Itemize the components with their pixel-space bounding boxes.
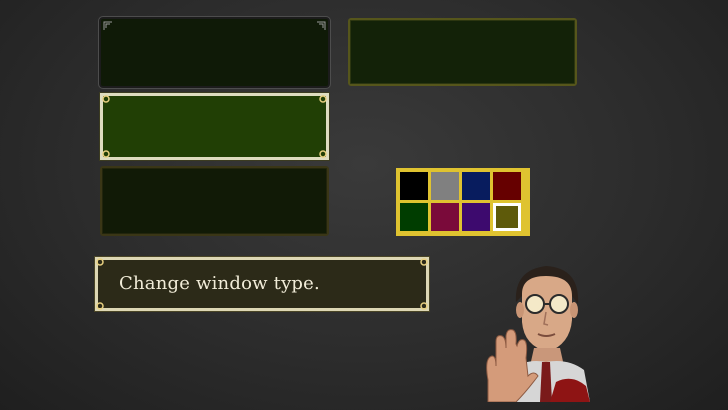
color-swatch-8[interactable] <box>493 203 521 231</box>
corner-ornament-icon <box>95 301 105 311</box>
corner-ornament-icon <box>316 21 326 31</box>
color-swatch-3[interactable] <box>462 172 490 200</box>
window-type-option-3[interactable] <box>100 93 329 160</box>
message-window: Change window type. <box>95 257 429 311</box>
color-swatch-6[interactable] <box>431 203 459 231</box>
corner-ornament-icon <box>419 257 429 267</box>
message-text: Change window type. <box>119 273 320 294</box>
color-swatch-5[interactable] <box>400 203 428 231</box>
corner-ornament-icon <box>419 301 429 311</box>
color-swatch-4[interactable] <box>493 172 521 200</box>
color-swatch-7[interactable] <box>462 203 490 231</box>
corner-ornament-icon <box>101 94 111 104</box>
corner-ornament-icon <box>318 149 328 159</box>
corner-ornament-icon <box>103 21 113 31</box>
window-type-option-1[interactable] <box>98 16 331 89</box>
corner-ornament-icon <box>95 257 105 267</box>
scientist-portrait-icon <box>486 262 606 403</box>
window-type-option-4[interactable] <box>100 166 329 236</box>
corner-ornament-icon <box>318 94 328 104</box>
color-swatch-1[interactable] <box>400 172 428 200</box>
color-swatch-2[interactable] <box>431 172 459 200</box>
corner-ornament-icon <box>101 149 111 159</box>
color-palette <box>396 168 530 236</box>
window-type-option-2[interactable] <box>348 18 577 86</box>
color-swatch-grid <box>400 172 526 231</box>
